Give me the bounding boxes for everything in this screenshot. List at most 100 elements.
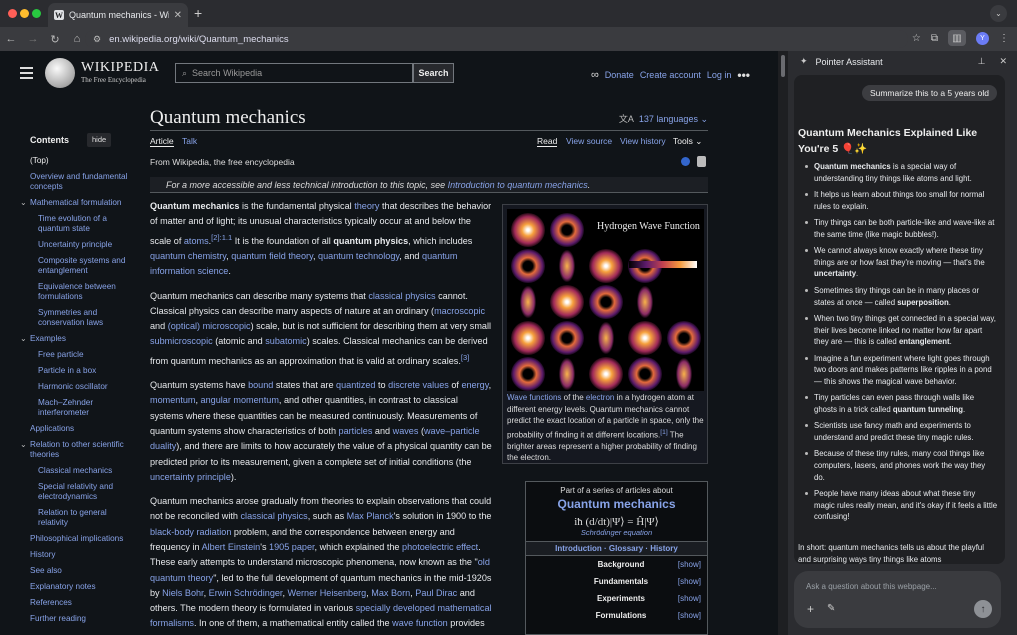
series-show-toggle[interactable]: [show]: [678, 560, 701, 569]
colorbar: [629, 261, 697, 268]
toc-item[interactable]: Time evolution of a quantum state: [30, 214, 135, 234]
series-show-toggle[interactable]: [show]: [678, 611, 701, 620]
toc-item[interactable]: Free particle: [30, 350, 135, 360]
pin-icon[interactable]: ⊥: [978, 56, 986, 67]
orbital-thumbnail: [589, 357, 623, 391]
tab-search-icon[interactable]: ⌄: [990, 5, 1007, 22]
toc-item[interactable]: Symmetries and conservation laws: [30, 308, 135, 328]
search-button[interactable]: Search: [413, 63, 454, 83]
tab-article[interactable]: Article: [150, 136, 174, 147]
tab-view-history[interactable]: View history: [620, 136, 666, 146]
tab-close-icon[interactable]: ✕: [174, 10, 182, 21]
reload-icon[interactable]: ↻: [44, 33, 66, 46]
caption-link[interactable]: Wave functions: [507, 393, 561, 402]
maximize-window-button[interactable]: [32, 9, 41, 18]
toc-item[interactable]: Mach–Zehnder interferometer: [30, 398, 135, 418]
response-bullet: It helps us learn about things too small…: [798, 189, 998, 212]
good-article-icon[interactable]: [681, 157, 690, 166]
bullet-text: Imagine a fun experiment where light goe…: [814, 353, 992, 386]
contents-hide-button[interactable]: hide: [87, 133, 112, 147]
toc-item-label: References: [30, 598, 72, 607]
toc-item[interactable]: References: [30, 598, 135, 608]
edit-icon[interactable]: ✎: [827, 603, 835, 614]
series-title-link[interactable]: Quantum mechanics: [526, 497, 707, 511]
page-scrollbar[interactable]: [778, 51, 788, 635]
tools-menu[interactable]: Tools ⌄: [673, 136, 702, 147]
series-row-label: Experiments: [596, 594, 646, 603]
browser-menu-icon[interactable]: ⋮: [999, 33, 1009, 44]
wikipedia-tagline: The Free Encyclopedia: [81, 76, 146, 84]
tab-talk[interactable]: Talk: [182, 136, 197, 146]
tab-view-source[interactable]: View source: [566, 136, 612, 146]
new-tab-icon[interactable]: +: [194, 5, 202, 21]
toc-item[interactable]: (Top): [30, 156, 135, 166]
wikipedia-globe-logo[interactable]: [45, 58, 75, 88]
toc-item-label: Philosophical implications: [30, 534, 124, 543]
series-show-toggle[interactable]: [show]: [678, 577, 701, 586]
close-panel-icon[interactable]: ✕: [999, 56, 1007, 67]
search-input[interactable]: ⌕ Search Wikipedia: [175, 63, 413, 83]
toc-item[interactable]: History: [30, 550, 135, 560]
tab-read[interactable]: Read: [537, 136, 558, 147]
toc-item[interactable]: Relation to general relativity: [30, 508, 135, 528]
toc-item[interactable]: Applications: [30, 424, 135, 434]
appearance-icon[interactable]: ∞: [591, 69, 599, 81]
assistant-input[interactable]: Ask a question about this webpage...: [806, 582, 937, 591]
url-text: en.wikipedia.org/wiki/Quantum_mechanics: [109, 33, 289, 45]
wikipedia-wordmark[interactable]: WIKIPEDIA: [81, 60, 159, 76]
caption-link[interactable]: electron: [586, 393, 614, 402]
profile-avatar[interactable]: Y: [976, 31, 989, 45]
toc-item[interactable]: Classical mechanics: [30, 466, 135, 476]
series-show-toggle[interactable]: [show]: [678, 594, 701, 603]
orbital-thumbnail: [589, 321, 623, 355]
browser-tab[interactable]: W Quantum mechanics - Wikipedia ✕: [48, 3, 188, 27]
from-wikipedia: From Wikipedia, the free encyclopedia: [150, 157, 295, 167]
close-window-button[interactable]: [8, 9, 17, 18]
toc-chevron-icon[interactable]: ⌄: [20, 198, 27, 208]
toc-item[interactable]: Philosophical implications: [30, 534, 135, 544]
donate-link[interactable]: Donate: [605, 70, 634, 80]
main-menu-icon[interactable]: [20, 67, 33, 82]
toc-item[interactable]: Explanatory notes: [30, 582, 135, 592]
site-info-icon[interactable]: ⚙: [93, 34, 101, 45]
toc-item[interactable]: Harmonic oscillator: [30, 382, 135, 392]
personal-tools-icon[interactable]: •••: [737, 68, 750, 82]
toc-item[interactable]: ⌄ Mathematical formulation: [20, 198, 135, 208]
address-bar[interactable]: ⚙ en.wikipedia.org/wiki/Quantum_mechanic…: [85, 30, 908, 48]
hatnote-link[interactable]: Introduction to quantum mechanics: [448, 180, 588, 190]
toc-item[interactable]: Further reading: [30, 614, 135, 624]
bullet-text: .: [856, 269, 859, 279]
toc-item[interactable]: See also: [30, 566, 135, 576]
toc-item[interactable]: Composite systems and entanglement: [30, 256, 135, 276]
toc-item[interactable]: Particle in a box: [30, 366, 135, 376]
forward-icon[interactable]: →: [22, 33, 44, 45]
search-placeholder: Search Wikipedia: [192, 68, 263, 78]
languages-button[interactable]: 文A 137 languages ⌄: [619, 112, 708, 125]
hydrogen-orbitals-image[interactable]: Hydrogen Wave Function: [507, 209, 704, 391]
toc-item[interactable]: Special relativity and electrodynamics: [30, 482, 135, 502]
minimize-window-button[interactable]: [20, 9, 29, 18]
toc-item[interactable]: Equivalence between formulations: [30, 282, 135, 302]
protection-lock-icon[interactable]: [697, 156, 706, 167]
scrollbar-thumb[interactable]: [781, 55, 785, 77]
extensions-icon[interactable]: ⧉: [931, 33, 938, 44]
equation-caption[interactable]: Schrödinger equation: [526, 528, 707, 537]
series-nav-links[interactable]: Introduction · Glossary · History: [526, 541, 707, 556]
create-account-link[interactable]: Create account: [640, 70, 701, 80]
toc-item[interactable]: ⌄ Examples: [20, 334, 135, 344]
bookmark-star-icon[interactable]: ☆: [912, 33, 921, 44]
bullet-text: We cannot always know exactly where thes…: [814, 246, 985, 267]
add-attachment-icon[interactable]: +: [807, 602, 814, 616]
toc-chevron-icon[interactable]: ⌄: [20, 334, 27, 344]
back-icon[interactable]: ←: [0, 33, 22, 45]
toc-chevron-icon[interactable]: ⌄: [20, 440, 27, 450]
caption-ref[interactable]: [1]: [660, 429, 667, 436]
side-panel-icon[interactable]: ▥: [948, 30, 966, 46]
paragraph: Quantum systems have bound states that a…: [150, 380, 492, 482]
login-link[interactable]: Log in: [707, 70, 732, 80]
toc-item[interactable]: Uncertainty principle: [30, 240, 135, 250]
send-button[interactable]: ↑: [974, 600, 992, 618]
toc-item[interactable]: Overview and fundamental concepts: [30, 172, 135, 192]
toc-item-label: Symmetries and conservation laws: [38, 308, 104, 327]
toc-item[interactable]: ⌄ Relation to other scientific theories: [20, 440, 135, 460]
